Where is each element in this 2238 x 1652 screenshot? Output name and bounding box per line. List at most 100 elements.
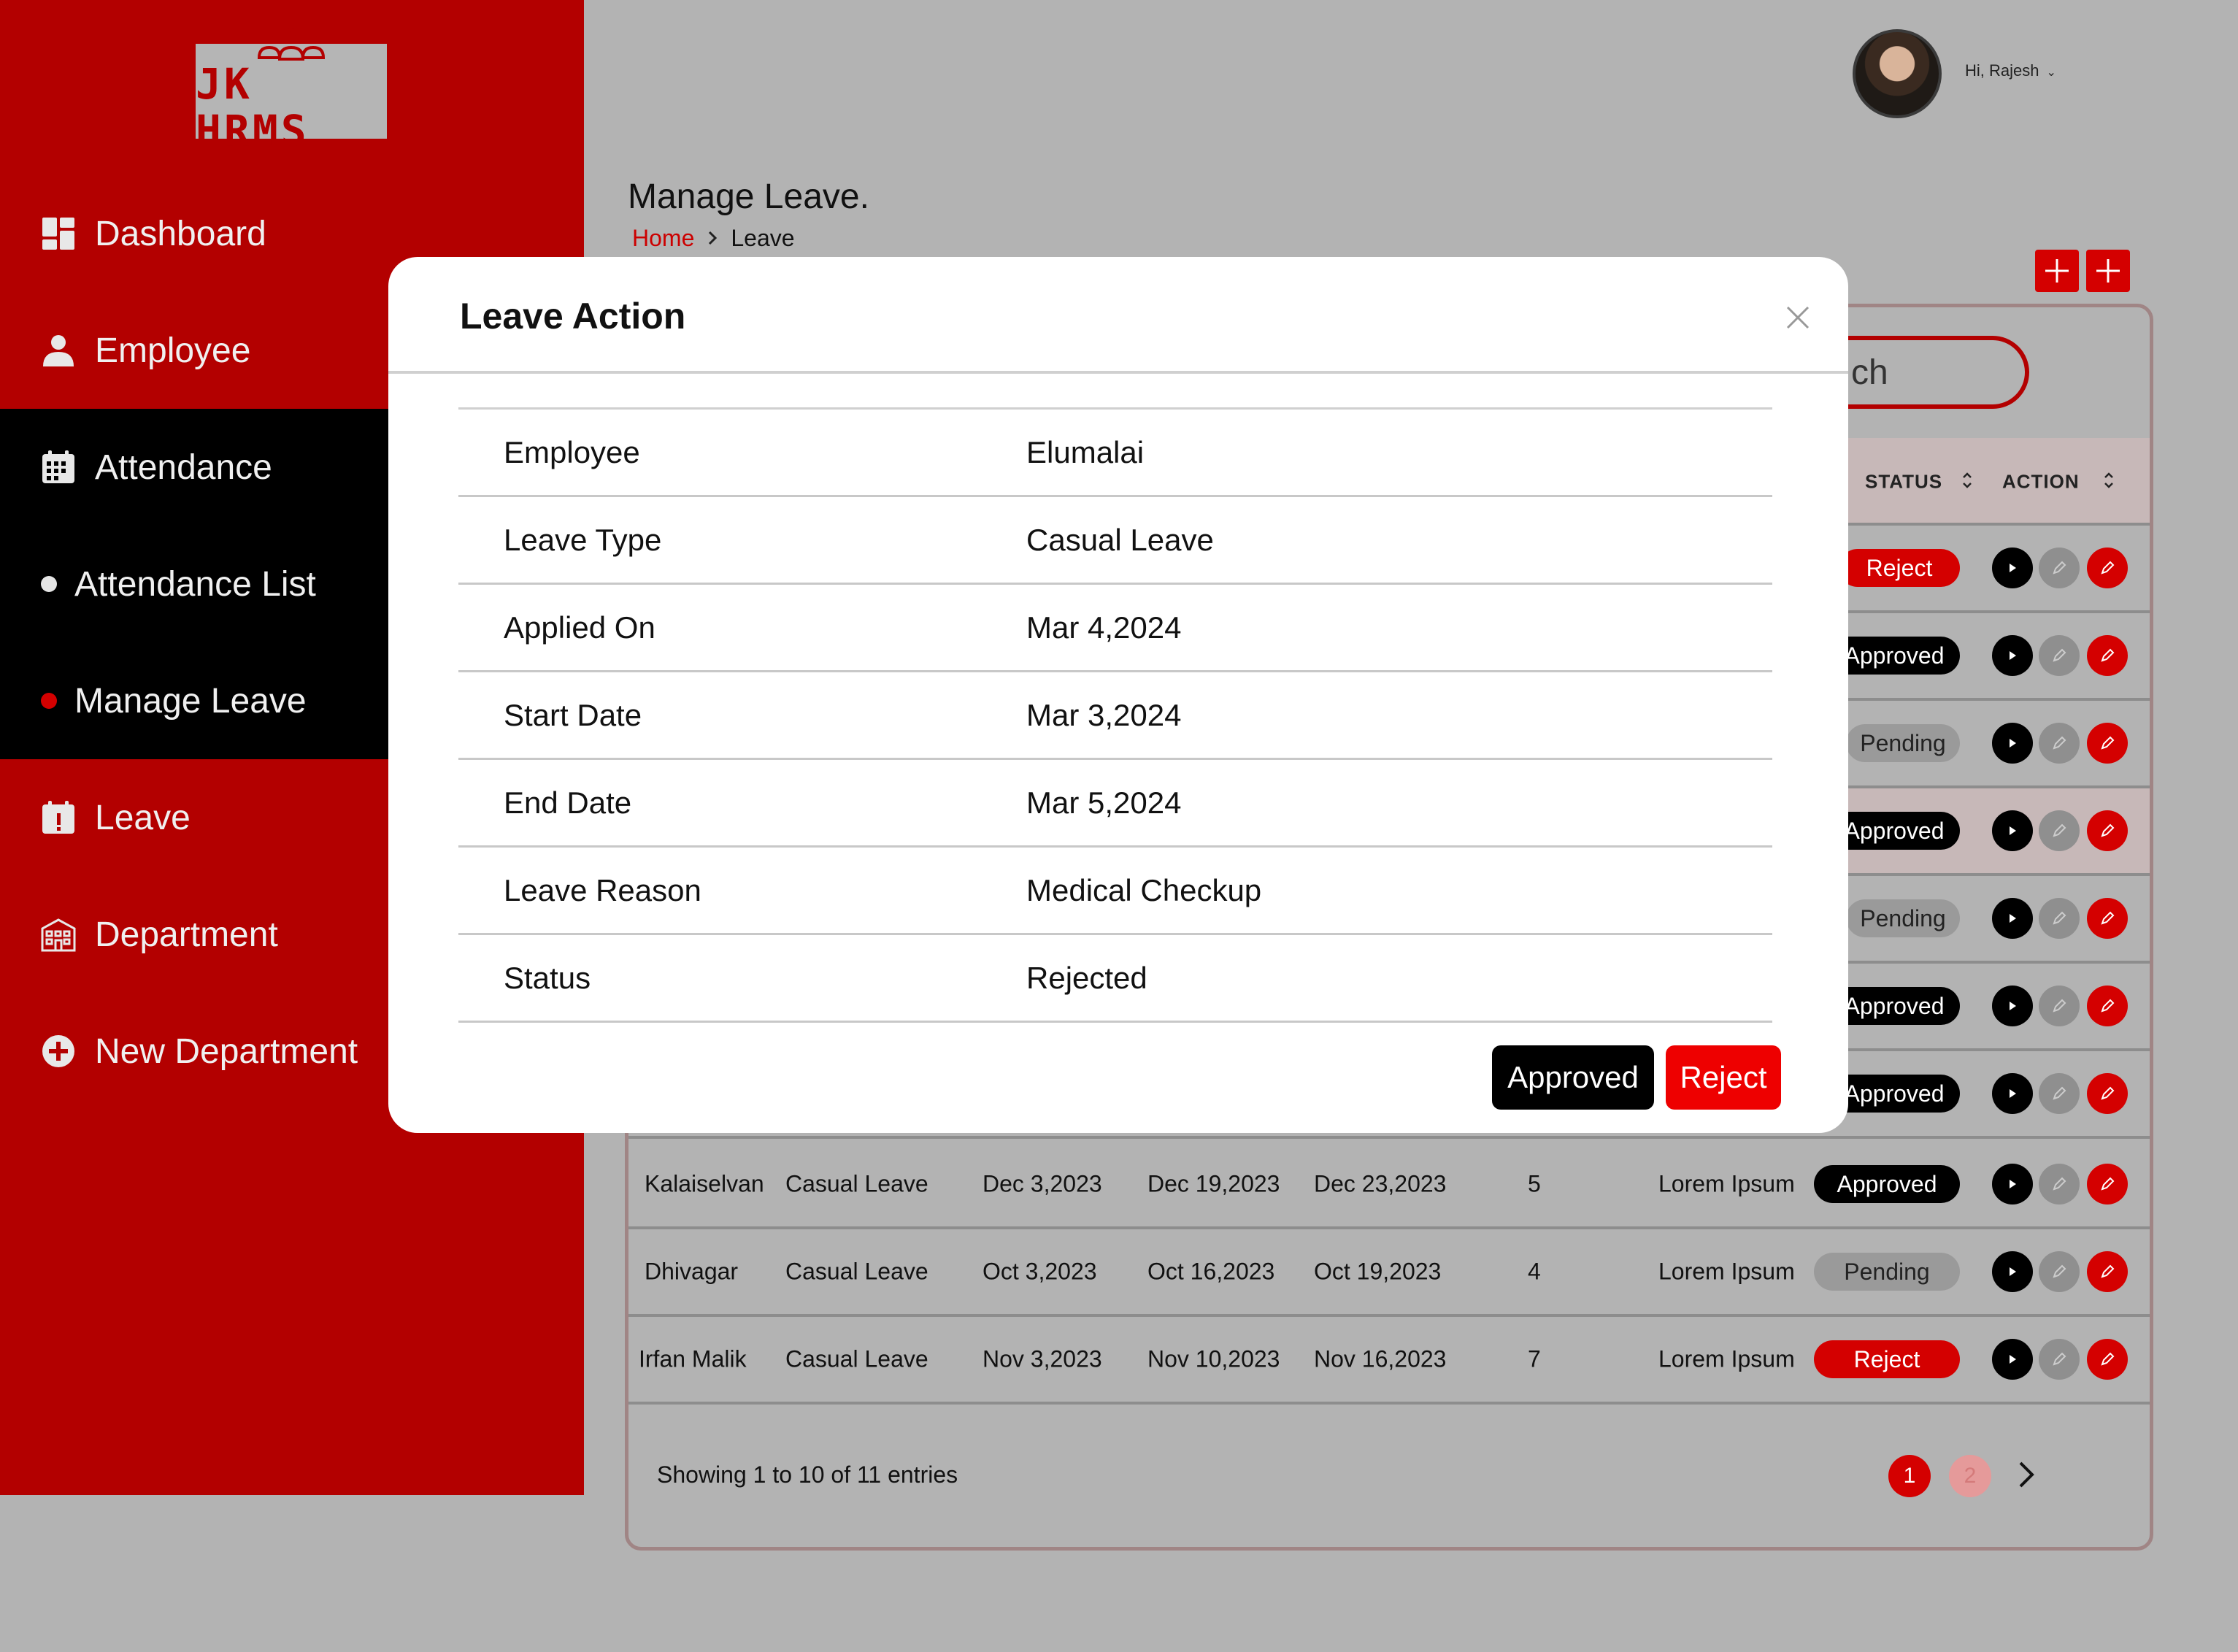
detail-value: Mar 5,2024 bbox=[1026, 785, 1182, 820]
status-badge: Reject bbox=[1839, 549, 1960, 587]
pencil-icon bbox=[2053, 736, 2066, 750]
detail-row-leave-type: Leave Type Casual Leave bbox=[458, 497, 1772, 585]
header-action[interactable]: ACTION bbox=[2002, 471, 2080, 493]
view-button[interactable] bbox=[1992, 548, 2033, 588]
leave-action-modal: Leave Action Employee Elumalai Leave Typ… bbox=[388, 257, 1848, 1133]
breadcrumb-current: Leave bbox=[731, 225, 795, 251]
detail-value: Mar 3,2024 bbox=[1026, 697, 1182, 732]
add-button[interactable] bbox=[2035, 250, 2079, 292]
status-badge: Approved bbox=[1814, 1165, 1960, 1203]
view-button[interactable] bbox=[1992, 723, 2033, 764]
pencil-icon bbox=[2101, 1264, 2115, 1278]
view-button[interactable] bbox=[1992, 1339, 2033, 1380]
table-row: Kalaiselvan Casual Leave Dec 3,2023 Dec … bbox=[628, 1142, 2150, 1229]
edit-button[interactable] bbox=[2039, 548, 2080, 588]
end-date: Oct 19,2023 bbox=[1314, 1258, 1442, 1285]
view-button[interactable] bbox=[1992, 1251, 2033, 1292]
modal-title: Leave Action bbox=[460, 296, 686, 337]
edit-button[interactable] bbox=[2039, 986, 2080, 1026]
delete-button[interactable] bbox=[2087, 810, 2128, 851]
delete-button[interactable] bbox=[2087, 1164, 2128, 1205]
avatar[interactable] bbox=[1853, 29, 1942, 118]
employee-name: Dhivagar bbox=[645, 1258, 739, 1285]
sidebar-item-label: Department bbox=[95, 915, 278, 954]
play-icon bbox=[2010, 1089, 2016, 1098]
pencil-icon bbox=[2101, 561, 2115, 575]
edit-button[interactable] bbox=[2039, 898, 2080, 939]
view-button[interactable] bbox=[1992, 1164, 2033, 1205]
pencil-icon bbox=[2101, 911, 2115, 925]
delete-button[interactable] bbox=[2087, 1073, 2128, 1114]
days: 5 bbox=[1528, 1170, 1541, 1197]
app-logo[interactable]: JK HRMS bbox=[196, 28, 387, 154]
bullet-icon bbox=[41, 576, 57, 592]
edit-button[interactable] bbox=[2039, 810, 2080, 851]
leave-type: Casual Leave bbox=[785, 1258, 928, 1285]
view-button[interactable] bbox=[1992, 986, 2033, 1026]
dashboard-icon bbox=[38, 213, 79, 254]
next-page-button[interactable] bbox=[2012, 1454, 2041, 1495]
sort-icon[interactable] bbox=[2103, 471, 2115, 490]
detail-label: Leave Reason bbox=[504, 872, 701, 907]
delete-button[interactable] bbox=[2087, 986, 2128, 1026]
calendar-alert-icon bbox=[38, 797, 79, 838]
pencil-icon bbox=[2053, 1177, 2066, 1191]
page-button-2[interactable]: 2 bbox=[1949, 1455, 1991, 1497]
sort-icon[interactable] bbox=[1961, 471, 1973, 490]
edit-button[interactable] bbox=[2039, 723, 2080, 764]
play-icon bbox=[2010, 651, 2016, 660]
breadcrumb-home[interactable]: Home bbox=[632, 225, 694, 252]
employee-name: Kalaiselvan bbox=[645, 1170, 764, 1197]
sidebar-item-label: New Department bbox=[95, 1031, 358, 1071]
delete-button[interactable] bbox=[2087, 548, 2128, 588]
detail-row-start-date: Start Date Mar 3,2024 bbox=[458, 672, 1772, 760]
edit-button[interactable] bbox=[2039, 1251, 2080, 1292]
applied-on: Dec 3,2023 bbox=[983, 1170, 1102, 1197]
table-row: Irfan Malik Casual Leave Nov 3,2023 Nov … bbox=[628, 1317, 2150, 1405]
applied-on: Oct 3,2023 bbox=[983, 1258, 1097, 1285]
table-row: Dhivagar Casual Leave Oct 3,2023 Oct 16,… bbox=[628, 1229, 2150, 1317]
pencil-icon bbox=[2053, 823, 2066, 837]
entries-summary: Showing 1 to 10 of 11 entries bbox=[657, 1461, 958, 1488]
view-button[interactable] bbox=[1992, 1073, 2033, 1114]
pencil-icon bbox=[2101, 1177, 2115, 1191]
delete-button[interactable] bbox=[2087, 1339, 2128, 1380]
detail-value: Rejected bbox=[1026, 960, 1147, 995]
page-title: Manage Leave. bbox=[628, 177, 869, 216]
play-icon bbox=[2010, 1180, 2016, 1188]
status-badge: Approved bbox=[1829, 812, 1960, 850]
delete-button[interactable] bbox=[2087, 723, 2128, 764]
approve-button[interactable]: Approved bbox=[1492, 1045, 1654, 1110]
detail-row-status: Status Rejected bbox=[458, 935, 1772, 1023]
view-button[interactable] bbox=[1992, 635, 2033, 676]
close-button[interactable] bbox=[1781, 301, 1815, 334]
employee-name: Irfan Malik bbox=[639, 1345, 747, 1372]
chevron-right-icon bbox=[2019, 1461, 2034, 1488]
pencil-icon bbox=[2101, 648, 2115, 662]
chevron-down-icon: ⌄ bbox=[2046, 66, 2056, 79]
edit-button[interactable] bbox=[2039, 1164, 2080, 1205]
add-button-secondary[interactable] bbox=[2086, 250, 2130, 292]
status-badge: Approved bbox=[1829, 987, 1960, 1025]
detail-label: Employee bbox=[504, 434, 640, 469]
header-status[interactable]: STATUS bbox=[1865, 471, 1942, 493]
delete-button[interactable] bbox=[2087, 898, 2128, 939]
view-button[interactable] bbox=[1992, 898, 2033, 939]
search-visible-text: ch bbox=[1851, 353, 1888, 392]
sidebar-item-label: Manage Leave bbox=[74, 681, 307, 721]
detail-row-applied-on: Applied On Mar 4,2024 bbox=[458, 585, 1772, 672]
delete-button[interactable] bbox=[2087, 635, 2128, 676]
edit-button[interactable] bbox=[2039, 1073, 2080, 1114]
view-button[interactable] bbox=[1992, 810, 2033, 851]
edit-button[interactable] bbox=[2039, 1339, 2080, 1380]
delete-button[interactable] bbox=[2087, 1251, 2128, 1292]
reject-button[interactable]: Reject bbox=[1666, 1045, 1781, 1110]
play-icon bbox=[2010, 826, 2016, 835]
pencil-icon bbox=[2053, 1264, 2066, 1278]
pencil-icon bbox=[2053, 1352, 2066, 1366]
pencil-icon bbox=[2053, 561, 2066, 575]
edit-button[interactable] bbox=[2039, 635, 2080, 676]
status-badge: Approved bbox=[1829, 637, 1960, 675]
user-menu[interactable]: Hi, Rajesh ⌄ bbox=[1965, 61, 2056, 80]
page-button-1[interactable]: 1 bbox=[1888, 1455, 1931, 1497]
